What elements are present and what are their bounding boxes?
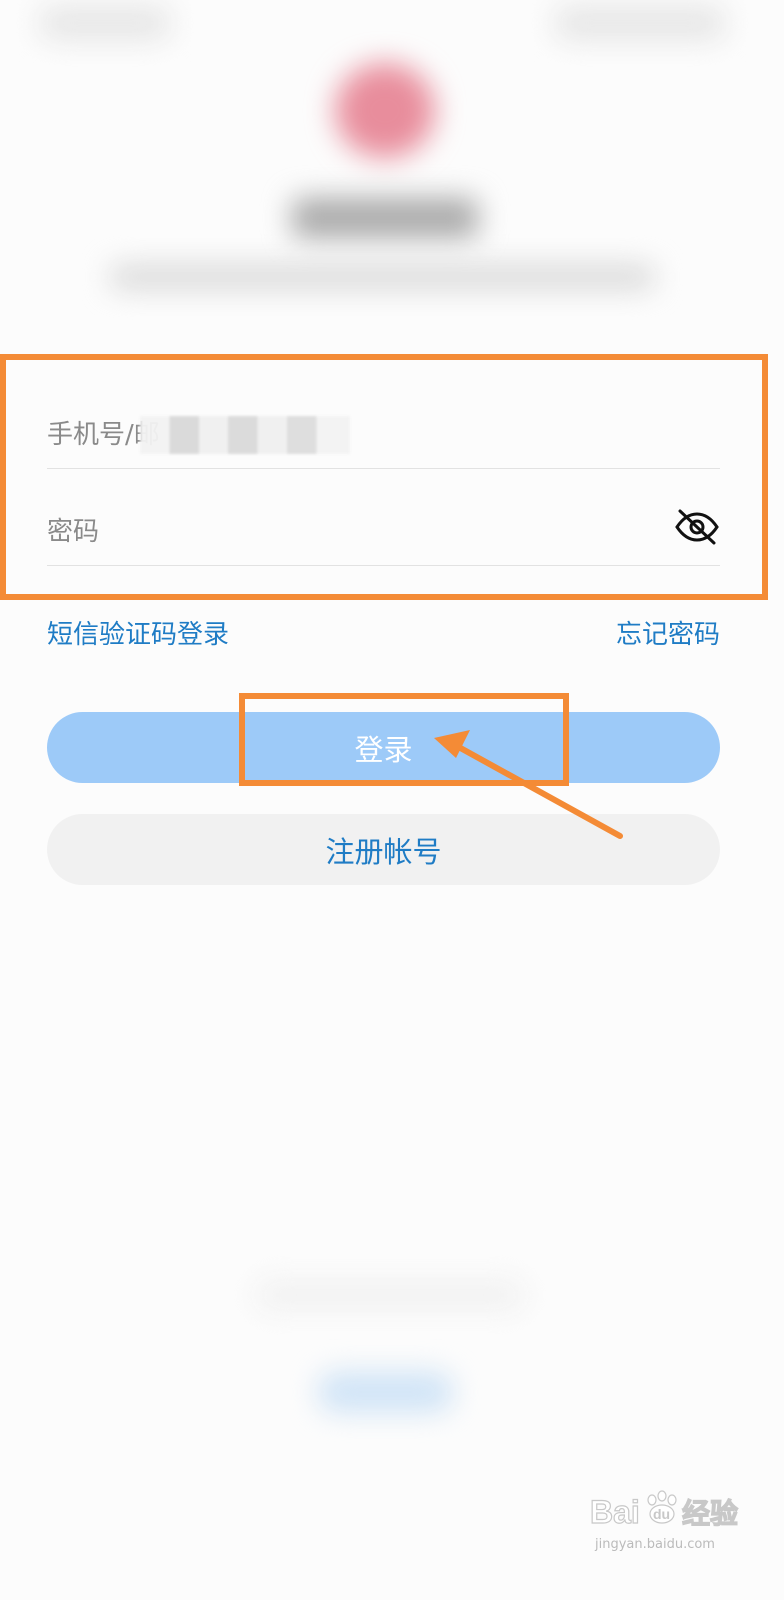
baidu-jingyan-watermark: Bai du 经验 jingyan.baidu.com — [590, 1485, 750, 1565]
watermark-url: jingyan.baidu.com — [595, 1537, 715, 1552]
baidu-watermark-logo: Bai du 经验 — [590, 1490, 739, 1531]
register-account-button-label: 注册帐号 — [325, 834, 442, 869]
blurred-top-right-control — [555, 6, 725, 40]
annotation-arrow — [434, 730, 623, 839]
forgot-password-link[interactable]: 忘记密码 — [616, 614, 720, 651]
blurred-top-left-control — [40, 6, 170, 40]
blurred-app-name — [292, 198, 478, 238]
blurred-avatar — [335, 63, 435, 158]
svg-text:经验: 经验 — [682, 1497, 738, 1530]
sms-code-login-link[interactable]: 短信验证码登录 — [47, 614, 229, 651]
blurred-bottom-link — [318, 1372, 453, 1412]
blurred-bottom-text — [255, 1280, 525, 1310]
input-fields-highlight-box — [0, 354, 768, 600]
register-account-button[interactable]: 注册帐号 — [47, 814, 720, 885]
svg-text:Bai: Bai — [590, 1494, 640, 1530]
svg-text:du: du — [653, 1506, 670, 1522]
login-button-highlight-box — [239, 693, 569, 786]
blurred-description — [110, 265, 655, 289]
